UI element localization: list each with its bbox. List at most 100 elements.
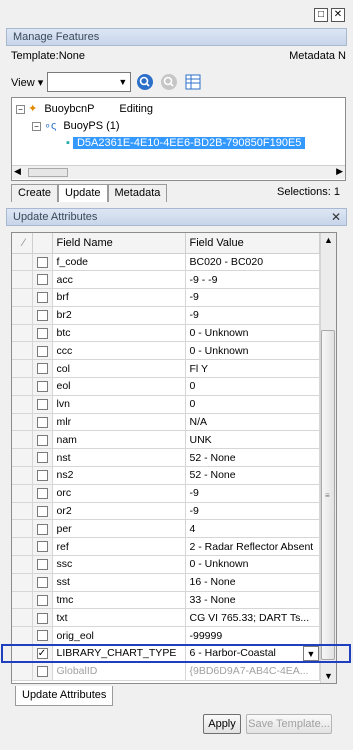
field-value-cell[interactable]: 52 - None: [185, 448, 320, 468]
table-row[interactable]: br2 -9: [12, 306, 320, 325]
row-selector[interactable]: [12, 626, 33, 646]
apply-button[interactable]: Apply: [203, 714, 241, 734]
field-name-header[interactable]: Field Name: [52, 233, 186, 254]
field-value-cell[interactable]: -9: [185, 306, 320, 325]
row-selector[interactable]: [12, 644, 33, 663]
collapse-icon[interactable]: −: [16, 104, 25, 114]
row-checkbox[interactable]: ✓: [36, 648, 48, 660]
tab-create[interactable]: Create: [11, 184, 59, 202]
tab-update[interactable]: Update: [58, 184, 108, 202]
field-value-cell[interactable]: 33 - None: [185, 591, 320, 610]
row-selector[interactable]: [12, 484, 33, 503]
field-value-cell[interactable]: CG VI 765.33; DART Ts...: [185, 608, 320, 628]
field-value-cell[interactable]: -9: [185, 288, 320, 307]
row-checkbox[interactable]: [36, 274, 48, 286]
row-selector[interactable]: [12, 359, 33, 379]
row-selector[interactable]: [12, 341, 33, 361]
row-checkbox[interactable]: [36, 345, 48, 357]
row-selector[interactable]: [12, 502, 33, 521]
field-value-cell[interactable]: 16 - None: [185, 573, 320, 592]
table-row[interactable]: orig_eol -99999: [12, 626, 320, 646]
save-template-button[interactable]: Save Template...: [246, 714, 332, 734]
field-value-cell[interactable]: 0 - Unknown: [185, 341, 320, 361]
row-selector[interactable]: [12, 377, 33, 396]
search-icon[interactable]: [135, 72, 155, 92]
row-selector[interactable]: [12, 519, 33, 539]
field-value-cell[interactable]: 6 - Harbor-Coastal: [185, 644, 320, 663]
field-value-cell[interactable]: {9BD6D9A7-AB4C-4EA...: [185, 662, 320, 681]
table-row[interactable]: txt CG VI 765.33; DART Ts...: [12, 608, 320, 628]
row-selector[interactable]: [12, 430, 33, 450]
row-selector[interactable]: [12, 448, 33, 468]
field-value-cell[interactable]: N/A: [185, 413, 320, 432]
row-checkbox[interactable]: [36, 327, 48, 339]
row-checkbox[interactable]: [36, 487, 48, 499]
row-checkbox[interactable]: [36, 434, 48, 446]
row-checkbox[interactable]: [36, 505, 48, 517]
field-value-cell[interactable]: 4: [185, 519, 320, 539]
table-row[interactable]: ns2 52 - None: [12, 466, 320, 485]
row-selector[interactable]: [12, 395, 33, 414]
row-selector[interactable]: [12, 413, 33, 432]
scroll-thumb[interactable]: [28, 168, 68, 177]
table-row[interactable]: orc -9: [12, 484, 320, 503]
table-row[interactable]: brf -9: [12, 288, 320, 307]
restore-button[interactable]: □: [314, 8, 328, 22]
table-row[interactable]: mlr N/A: [12, 413, 320, 432]
tree-layer-row[interactable]: − ✦ BuoybcnP Editing: [16, 101, 153, 117]
row-checkbox[interactable]: [36, 363, 48, 375]
field-value-cell[interactable]: 0: [185, 377, 320, 396]
scroll-down-icon[interactable]: ▼: [324, 671, 333, 681]
row-selector[interactable]: [12, 591, 33, 610]
row-selector[interactable]: [12, 306, 33, 325]
scroll-left-icon[interactable]: ◀: [14, 166, 21, 177]
tab-metadata[interactable]: Metadata: [107, 184, 168, 202]
table-row[interactable]: per 4: [12, 519, 320, 539]
attribute-table-icon[interactable]: [183, 72, 203, 92]
row-checkbox[interactable]: [36, 559, 48, 571]
row-checkbox[interactable]: [36, 310, 48, 321]
row-checkbox[interactable]: [36, 416, 48, 428]
tree-class-row[interactable]: − ∘ς BuoyPS (1): [32, 118, 120, 134]
table-row[interactable]: nam UNK: [12, 430, 320, 450]
field-value-cell[interactable]: -9: [185, 502, 320, 521]
row-checkbox[interactable]: [36, 523, 48, 535]
field-value-cell[interactable]: BC020 - BC020: [185, 253, 320, 272]
table-row[interactable]: ssc 0 - Unknown: [12, 555, 320, 574]
close-button[interactable]: ✕: [331, 8, 345, 22]
table-row[interactable]: col Fl Y: [12, 359, 320, 379]
row-selector[interactable]: [12, 537, 33, 557]
table-row[interactable]: nst 52 - None: [12, 448, 320, 468]
table-row[interactable]: f_code BC020 - BC020: [12, 253, 320, 272]
scroll-up-icon[interactable]: ▲: [324, 235, 333, 245]
collapse-icon[interactable]: −: [32, 121, 41, 131]
tree-horizontal-scrollbar[interactable]: ◀ ▶: [12, 165, 345, 179]
scroll-right-icon[interactable]: ▶: [336, 166, 343, 177]
table-row[interactable]: tmc 33 - None: [12, 591, 320, 610]
row-checkbox[interactable]: [36, 256, 48, 268]
row-selector[interactable]: [12, 662, 33, 681]
field-value-cell[interactable]: 0 - Unknown: [185, 555, 320, 574]
row-checkbox[interactable]: [36, 612, 48, 624]
table-row[interactable]: GlobalID {9BD6D9A7-AB4C-4EA...: [12, 662, 320, 681]
table-row[interactable]: btc 0 - Unknown: [12, 324, 320, 343]
table-row[interactable]: lvn 0: [12, 395, 320, 414]
row-selector[interactable]: [12, 270, 33, 290]
grid-scroll-thumb[interactable]: ≡: [321, 330, 335, 660]
row-selector[interactable]: [12, 573, 33, 592]
row-checkbox[interactable]: [36, 381, 48, 393]
row-selector[interactable]: [12, 466, 33, 485]
row-selector[interactable]: [12, 608, 33, 628]
field-value-cell[interactable]: -99999: [185, 626, 320, 646]
view-combo[interactable]: ▼: [47, 72, 132, 92]
row-selector[interactable]: [12, 288, 33, 307]
field-value-cell[interactable]: 52 - None: [185, 466, 320, 485]
value-dropdown-button[interactable]: ▼: [303, 646, 319, 661]
row-checkbox[interactable]: [36, 398, 48, 410]
table-row[interactable]: eol 0: [12, 377, 320, 396]
row-selector[interactable]: [12, 324, 33, 343]
field-value-cell[interactable]: 0: [185, 395, 320, 414]
row-checkbox[interactable]: [36, 665, 48, 677]
row-selector[interactable]: [12, 253, 33, 272]
row-checkbox[interactable]: [36, 630, 48, 642]
